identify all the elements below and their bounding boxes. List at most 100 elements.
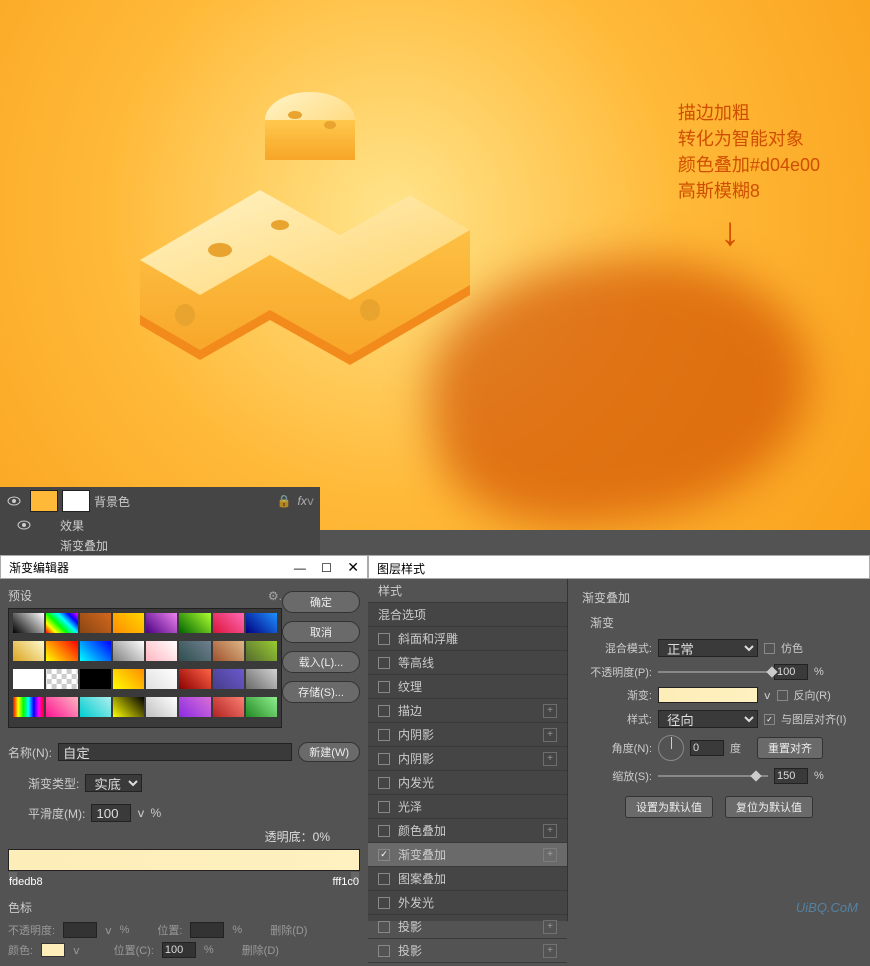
pattern-overlay-item[interactable]: 图案叠加: [368, 867, 567, 891]
checkbox[interactable]: [378, 849, 390, 861]
scale-slider[interactable]: [658, 775, 768, 777]
layer-effects-row[interactable]: 效果: [0, 515, 320, 535]
gradient-preset[interactable]: [179, 697, 210, 717]
checkbox[interactable]: [378, 657, 390, 669]
gradient-preset[interactable]: [146, 641, 177, 661]
plus-icon[interactable]: +: [543, 728, 557, 742]
gradient-preset[interactable]: [113, 697, 144, 717]
checkbox[interactable]: [378, 729, 390, 741]
plus-icon[interactable]: +: [543, 944, 557, 958]
inner-glow-item[interactable]: 内发光: [368, 771, 567, 795]
visibility-eye-icon[interactable]: [16, 517, 32, 533]
checkbox[interactable]: [378, 753, 390, 765]
gradient-preset[interactable]: [46, 669, 77, 689]
gradient-preset[interactable]: [213, 641, 244, 661]
visibility-eye-icon[interactable]: [6, 493, 22, 509]
ok-button[interactable]: 确定: [282, 591, 360, 613]
smoothness-input[interactable]: [91, 804, 131, 822]
gradient-preset[interactable]: [46, 697, 77, 717]
dither-checkbox[interactable]: [764, 643, 775, 654]
gradient-preset[interactable]: [246, 613, 277, 633]
blend-mode-dropdown[interactable]: 正常: [658, 639, 758, 657]
gradient-preset[interactable]: [146, 613, 177, 633]
blend-options-item[interactable]: 混合选项: [368, 603, 567, 627]
chevron-down-icon[interactable]: ⅴ: [764, 689, 771, 702]
checkbox[interactable]: [378, 705, 390, 717]
inner-shadow-item[interactable]: 内阴影+: [368, 723, 567, 747]
gradient-preset[interactable]: [146, 669, 177, 689]
plus-icon[interactable]: +: [543, 824, 557, 838]
stroke-item[interactable]: 描边+: [368, 699, 567, 723]
chevron-down-icon[interactable]: ⅴ: [105, 924, 112, 937]
make-default-button[interactable]: 设置为默认值: [625, 796, 713, 818]
checkbox[interactable]: [378, 921, 390, 933]
gradient-preset[interactable]: [179, 669, 210, 689]
gradient-preset[interactable]: [80, 697, 111, 717]
reset-default-button[interactable]: 复位为默认值: [725, 796, 813, 818]
chevron-down-icon[interactable]: ⅴ: [137, 806, 144, 820]
opacity-input[interactable]: [774, 664, 808, 680]
gradient-preset[interactable]: [179, 641, 210, 661]
reverse-checkbox[interactable]: [777, 690, 788, 701]
checkbox[interactable]: [378, 897, 390, 909]
gradient-preset[interactable]: [179, 613, 210, 633]
satin-item[interactable]: 光泽: [368, 795, 567, 819]
gradient-preset[interactable]: [213, 613, 244, 633]
layer-row-background[interactable]: 背景色 🔒 fx ⅴ: [0, 487, 320, 515]
drop-shadow-item[interactable]: 投影+: [368, 915, 567, 939]
cancel-button[interactable]: 取消: [282, 621, 360, 643]
checkbox[interactable]: [378, 873, 390, 885]
checkbox[interactable]: [378, 825, 390, 837]
gradient-preset[interactable]: [213, 669, 244, 689]
maximize-icon[interactable]: ☐: [321, 561, 332, 575]
new-button[interactable]: 新建(W): [298, 742, 360, 762]
plus-icon[interactable]: +: [543, 920, 557, 934]
fx-icon[interactable]: fx: [298, 494, 307, 508]
gradient-overlay-item[interactable]: 渐变叠加+: [368, 843, 567, 867]
bevel-emboss-item[interactable]: 斜面和浮雕: [368, 627, 567, 651]
plus-icon[interactable]: +: [543, 752, 557, 766]
gradient-name-input[interactable]: [58, 743, 292, 761]
gear-icon[interactable]: ⚙.: [268, 589, 282, 603]
gradient-preset[interactable]: [146, 697, 177, 717]
checkbox[interactable]: [378, 777, 390, 789]
texture-item[interactable]: 纹理: [368, 675, 567, 699]
checkbox[interactable]: [378, 945, 390, 957]
color-swatch[interactable]: [41, 943, 65, 957]
gradient-preset[interactable]: [113, 641, 144, 661]
gradient-preset[interactable]: [246, 669, 277, 689]
gradient-bar[interactable]: fdedb8 fff1c0: [8, 849, 360, 871]
opacity-slider[interactable]: [658, 671, 768, 673]
style-dropdown[interactable]: 径向: [658, 710, 758, 728]
plus-icon[interactable]: +: [543, 848, 557, 862]
contour-item[interactable]: 等高线: [368, 651, 567, 675]
gradient-preview[interactable]: [658, 687, 758, 703]
angle-dial[interactable]: [658, 735, 684, 761]
layer-effect-gradient-overlay[interactable]: 渐变叠加: [0, 535, 320, 555]
scale-input[interactable]: [774, 768, 808, 784]
reset-align-button[interactable]: 重置对齐: [757, 737, 823, 759]
layer-name[interactable]: 背景色: [94, 493, 271, 510]
align-checkbox[interactable]: [764, 714, 775, 725]
opacity-stop-input[interactable]: [63, 922, 97, 938]
color-overlay-item[interactable]: 颜色叠加+: [368, 819, 567, 843]
gradient-preset[interactable]: [13, 613, 44, 633]
checkbox[interactable]: [378, 801, 390, 813]
gradient-preset[interactable]: [13, 641, 44, 661]
gradient-preset[interactable]: [13, 697, 44, 717]
gradient-preset[interactable]: [46, 641, 77, 661]
delete-button[interactable]: 删除(D): [242, 942, 279, 958]
gradient-preset[interactable]: [113, 613, 144, 633]
plus-icon[interactable]: +: [543, 704, 557, 718]
outer-glow-item[interactable]: 外发光: [368, 891, 567, 915]
gradient-editor-titlebar[interactable]: 渐变编辑器 — ☐ ✕: [0, 555, 368, 579]
minimize-icon[interactable]: —: [294, 561, 306, 575]
delete-button[interactable]: 删除(D): [270, 922, 307, 938]
gradient-preset[interactable]: [80, 669, 111, 689]
save-button[interactable]: 存储(S)...: [282, 681, 360, 703]
load-button[interactable]: 载入(L)...: [282, 651, 360, 673]
gradient-preset[interactable]: [246, 641, 277, 661]
checkbox[interactable]: [378, 633, 390, 645]
layer-style-titlebar[interactable]: 图层样式: [368, 555, 870, 579]
chevron-down-icon[interactable]: ⅴ: [73, 944, 80, 957]
